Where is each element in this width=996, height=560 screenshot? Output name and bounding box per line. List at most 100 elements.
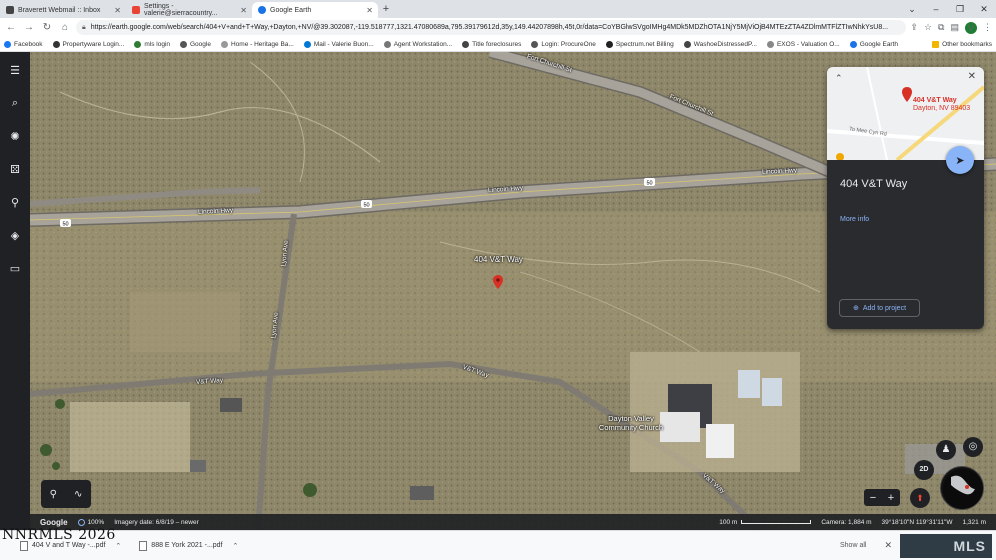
mini-map-address-line1: 404 V&T Way xyxy=(913,97,957,104)
bookmark-label: Spectrum.net Billing xyxy=(615,40,674,48)
tab-gmail-settings[interactable]: Settings - valerie@sierracountry... ✕ xyxy=(126,2,252,18)
placemark-label[interactable]: 404 V&T Way xyxy=(474,255,523,264)
close-download-bar-icon[interactable]: ✕ xyxy=(884,540,892,551)
close-window-icon[interactable]: ✕ xyxy=(972,0,996,18)
globe-navigator-icon[interactable] xyxy=(940,466,984,510)
route-shield-label: 50 xyxy=(646,181,652,187)
bookmark-label: Google Earth xyxy=(859,40,899,48)
close-tab-icon[interactable]: ✕ xyxy=(366,6,373,15)
bookmark-star-icon[interactable]: ☆ xyxy=(924,22,932,33)
bookmark-item[interactable]: Google xyxy=(180,40,211,48)
other-bookmarks-label: Other bookmarks xyxy=(942,40,992,48)
chevron-up-icon[interactable]: ⌃ xyxy=(115,542,121,550)
share-icon[interactable]: ⇪ xyxy=(910,22,918,33)
bookmark-item[interactable]: Agent Workstation... xyxy=(383,40,452,48)
voyager-icon[interactable]: ✺ xyxy=(7,128,23,144)
map-style-icon[interactable]: ◈ xyxy=(7,227,23,243)
close-card-icon[interactable]: ✕ xyxy=(968,71,976,82)
fly-to-button[interactable]: ➤ xyxy=(946,146,974,174)
bookmark-item[interactable]: Facebook xyxy=(4,40,43,48)
close-tab-icon[interactable]: ✕ xyxy=(240,6,247,15)
download-item[interactable]: 888 E York 2021 -...pdf ⌃ xyxy=(139,540,239,551)
other-bookmarks-folder[interactable]: Other bookmarks xyxy=(932,40,992,48)
bookmark-item[interactable]: Google Earth xyxy=(849,40,899,48)
bookmark-favicon-icon xyxy=(180,40,187,48)
more-info-link[interactable]: More info xyxy=(840,216,869,223)
search-icon[interactable]: ⌕ xyxy=(7,95,23,111)
my-location-icon[interactable]: ◎ xyxy=(963,437,983,457)
browser-toolbar: ← → ↻ ⌂ 🔒︎ https://earth.google.com/web/… xyxy=(0,18,996,37)
status-bar: Google 100% Imagery date: 6/8/19 – newer… xyxy=(30,514,996,530)
reading-list-icon[interactable]: ▤ xyxy=(950,22,959,33)
folder-icon xyxy=(932,40,940,48)
url-text: https://earth.google.com/web/search/404+… xyxy=(90,24,889,31)
bookmark-item[interactable]: EXOS - Valuation O... xyxy=(766,40,840,48)
bookmark-label: WashoeDistressedP... xyxy=(693,40,757,48)
add-to-project-label: Add to project xyxy=(862,304,907,312)
scale-bar[interactable]: 100 m xyxy=(719,519,812,526)
chevron-up-icon[interactable]: ⌃ xyxy=(233,542,239,550)
bookmark-item[interactable]: Propertyware Login... xyxy=(52,40,124,48)
extensions-icon[interactable]: ⧉ xyxy=(938,22,944,33)
reload-icon[interactable]: ↻ xyxy=(40,22,54,33)
globe-graphic xyxy=(943,469,983,509)
bookmark-favicon-icon xyxy=(4,40,11,48)
zoom-in-button[interactable]: + xyxy=(888,492,894,504)
lock-icon: 🔒︎ xyxy=(82,23,86,31)
show-all-downloads-link[interactable]: Show all xyxy=(840,542,866,549)
bookmark-favicon-icon xyxy=(766,40,774,48)
app-window: Braverett Webmail :: Inbox ✕ Settings - … xyxy=(0,0,996,560)
download-filename: 888 E York 2021 -...pdf xyxy=(151,542,223,549)
bookmark-favicon-icon xyxy=(849,40,857,48)
route-shield-label: 50 xyxy=(62,222,68,228)
bookmark-item[interactable]: Spectrum.net Billing xyxy=(605,40,674,48)
bookmark-item[interactable]: Title foreclosures xyxy=(462,40,521,48)
bookmark-label: Login: ProcureOne xyxy=(541,40,596,48)
zoom-level: 100% xyxy=(87,518,105,526)
tab-webmail[interactable]: Braverett Webmail :: Inbox ✕ xyxy=(0,2,126,18)
menu-icon[interactable]: ☰ xyxy=(7,62,23,78)
back-arrow-icon[interactable]: ← xyxy=(4,22,18,33)
address-bar[interactable]: 🔒︎ https://earth.google.com/web/search/4… xyxy=(76,20,907,35)
feeling-lucky-icon[interactable]: ⚄ xyxy=(7,161,23,177)
bookmark-favicon-icon xyxy=(134,40,142,48)
pdf-file-icon xyxy=(139,540,148,551)
home-icon[interactable]: ⌂ xyxy=(58,22,72,33)
path-tool-icon[interactable]: ∿ xyxy=(74,489,82,500)
new-tab-button[interactable]: + xyxy=(378,2,394,18)
bookmark-item[interactable]: mls login xyxy=(134,40,170,48)
scale-line xyxy=(741,520,812,524)
forward-arrow-icon[interactable]: → xyxy=(22,22,36,33)
bookmark-item[interactable]: WashoeDistressedP... xyxy=(683,40,757,48)
profile-avatar[interactable]: V xyxy=(965,21,977,34)
imagery-date: Imagery date: 6/8/19 – newer xyxy=(114,518,199,526)
more-menu-icon[interactable]: ⋮ xyxy=(983,22,992,33)
tab-label: Google Earth xyxy=(270,6,312,14)
bookmark-favicon-icon xyxy=(52,40,60,48)
zoom-ring-icon xyxy=(77,518,85,526)
place-info-card: ⌃ ✕ 404 V&T Way Dayton, NV 89403 To Mee … xyxy=(827,67,984,329)
projects-icon[interactable]: ⚲ xyxy=(7,194,23,210)
map-pin-icon[interactable] xyxy=(493,275,503,289)
bookmark-item[interactable]: Login: ProcureOne xyxy=(531,40,596,48)
compass-icon[interactable]: ⬆ xyxy=(910,488,930,508)
measure-icon[interactable]: ▭ xyxy=(7,260,23,276)
maximize-icon[interactable]: ❐ xyxy=(948,0,972,18)
bookmark-item[interactable]: Home - Heritage Ba... xyxy=(220,40,294,48)
webmail-favicon-icon xyxy=(6,6,14,14)
bookmark-item[interactable]: Mail - Valerie Buon... xyxy=(303,40,374,48)
zoom-out-button[interactable]: − xyxy=(870,492,876,504)
minimize-icon[interactable]: – xyxy=(924,0,948,18)
window-controls: ⌄ – ❐ ✕ xyxy=(900,0,996,18)
tab-google-earth[interactable]: Google Earth ✕ xyxy=(252,2,378,18)
street-view-pegman-icon[interactable]: ♟ xyxy=(936,440,956,460)
tab-search-icon[interactable]: ⌄ xyxy=(900,0,924,18)
close-tab-icon[interactable]: ✕ xyxy=(114,6,121,15)
camera-altitude: Camera: 1,884 m xyxy=(821,518,872,526)
placemark-tool-icon[interactable]: ⚲ xyxy=(50,489,57,500)
bookmark-add-icon: ⊕ xyxy=(852,305,859,312)
collapse-card-icon[interactable]: ⌃ xyxy=(835,73,843,84)
toggle-2d-button[interactable]: 2D xyxy=(914,460,934,480)
bookmark-label: Mail - Valerie Buon... xyxy=(313,40,374,48)
add-to-project-button[interactable]: ⊕ Add to project xyxy=(839,299,920,317)
